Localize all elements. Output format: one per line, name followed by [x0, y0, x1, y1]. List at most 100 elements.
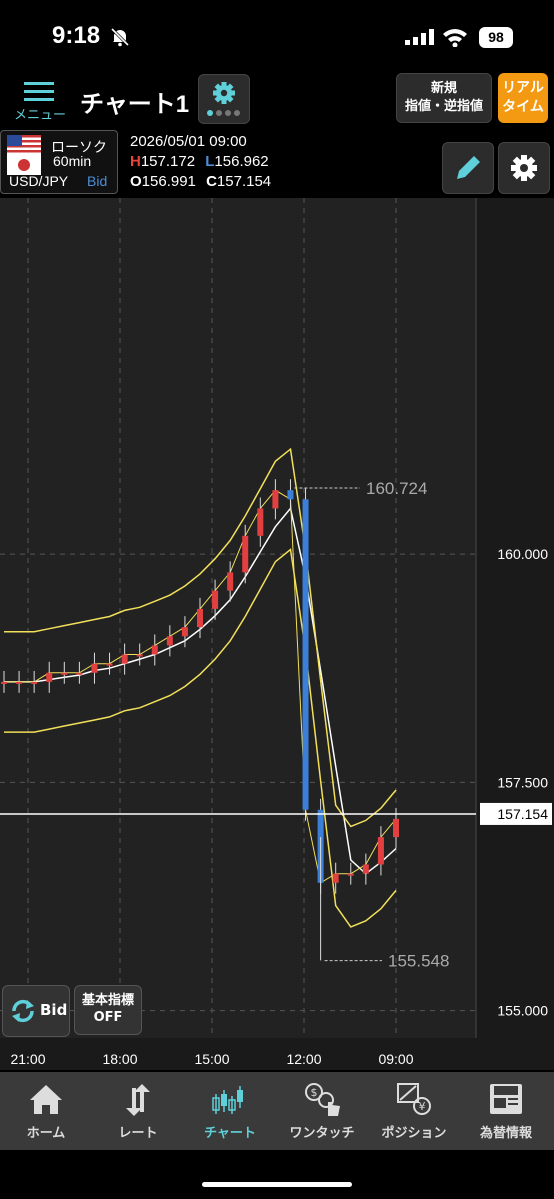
realtime-label-2: タイム — [502, 99, 544, 115]
tab-fx-info[interactable]: 為替情報 — [460, 1072, 552, 1150]
candle-body — [242, 535, 249, 573]
one-touch-icon: $ — [305, 1083, 340, 1116]
candle-body — [16, 681, 23, 684]
candle-body — [362, 864, 369, 874]
tab-chart[interactable]: チャート — [184, 1072, 276, 1150]
us-flag-icon — [7, 135, 41, 155]
hamburger-icon — [24, 82, 54, 101]
tab-one-touch-label: ワンタッチ — [289, 1126, 355, 1141]
close-label: C — [206, 173, 217, 190]
time-tick-label: 18:00 — [102, 1051, 137, 1067]
candle-body — [272, 490, 279, 509]
candle-body — [46, 672, 53, 682]
candle-body — [106, 663, 113, 666]
bid-toggle-label: Bid — [40, 1001, 68, 1019]
price-tick-label: 155.000 — [497, 1003, 548, 1019]
position-icon: ¥ — [397, 1083, 431, 1115]
price-axis-background — [477, 198, 554, 1038]
svg-text:¥: ¥ — [419, 1100, 426, 1113]
side-label: Bid — [87, 173, 108, 189]
gear-icon — [511, 155, 537, 181]
low-value: 156.962 — [214, 153, 269, 170]
candle-body — [287, 490, 294, 500]
candle-body — [393, 818, 399, 838]
chart-background — [0, 198, 554, 1070]
time-tick-label: 21:00 — [10, 1051, 45, 1067]
realtime-button[interactable]: リアル タイム — [498, 73, 548, 123]
candle-body — [121, 654, 128, 664]
high-label: H — [130, 153, 141, 170]
tab-rate-label: レート — [118, 1126, 158, 1141]
high-marker-label: 160.724 — [366, 479, 427, 498]
candle-body — [227, 572, 234, 591]
bottom-tab-bar: ホーム レート チャート $ ワンタッチ ¥ ポジション 為替情報 — [0, 1072, 554, 1150]
realtime-label-1: リアル — [502, 80, 544, 96]
candle-body — [347, 873, 354, 876]
tab-chart-label: チャート — [204, 1126, 256, 1141]
current-price-label: 157.154 — [497, 806, 548, 822]
news-icon — [490, 1084, 522, 1114]
candle-body — [181, 627, 188, 637]
menu-label: メニュー — [13, 108, 66, 123]
status-bar: 9:18 98 — [0, 0, 554, 70]
new-order-button[interactable]: 新規 指値・逆指値 — [396, 73, 492, 123]
candle-body — [151, 645, 158, 655]
new-order-label-1: 新規 — [430, 81, 457, 96]
home-icon — [30, 1085, 62, 1114]
bid-ask-toggle[interactable]: Bid — [2, 985, 70, 1037]
ohlc-readout: 2026/05/01 09:00 H157.172 L156.962 O156.… — [130, 132, 271, 192]
candle-body — [197, 608, 203, 628]
pair-selector[interactable]: ローソク 60min USD/JPY Bid — [0, 130, 118, 194]
pencil-icon — [457, 156, 480, 179]
time-tick-label: 09:00 — [378, 1051, 413, 1067]
candle-body — [166, 636, 173, 646]
draw-tool-button[interactable] — [442, 142, 494, 194]
candle-body — [257, 508, 264, 536]
candle-body — [1, 681, 7, 684]
candle-body — [136, 654, 143, 657]
signal-icon — [405, 29, 434, 45]
home-indicator — [202, 1182, 352, 1187]
price-tick-label: 160.000 — [497, 546, 548, 562]
svg-text:$: $ — [311, 1086, 318, 1099]
candle-body — [61, 672, 68, 675]
battery-indicator: 98 — [479, 27, 513, 48]
candle-body — [377, 837, 384, 865]
basic-indicator-toggle[interactable]: 基本指標 OFF — [74, 985, 142, 1035]
high-value: 157.172 — [140, 153, 196, 170]
tab-position[interactable]: ¥ ポジション — [368, 1072, 460, 1150]
time-axis-background — [0, 1038, 554, 1070]
open-label: O — [130, 173, 142, 190]
page-title[interactable]: チャート1 — [80, 84, 189, 119]
open-value: 156.991 — [141, 173, 196, 190]
tab-home[interactable]: ホーム — [0, 1072, 92, 1150]
low-marker-label: 155.548 — [388, 952, 449, 971]
tab-home-label: ホーム — [26, 1126, 66, 1141]
new-order-label-2: 指値・逆指値 — [404, 99, 483, 114]
rate-icon — [126, 1084, 150, 1116]
tab-rate[interactable]: レート — [92, 1072, 184, 1150]
basic-indicator-label: 基本指標 — [81, 993, 134, 1008]
basic-indicator-state: OFF — [93, 1010, 123, 1025]
candle-body — [76, 672, 83, 675]
price-tick-label: 157.500 — [497, 774, 548, 790]
status-time: 9:18 — [52, 22, 101, 49]
chart-settings-button[interactable] — [498, 142, 550, 194]
bell-muted-icon — [110, 27, 130, 47]
tab-fx-info-label: 為替情報 — [479, 1126, 532, 1141]
time-tick-label: 15:00 — [194, 1051, 229, 1067]
refresh-icon — [12, 999, 34, 1023]
tab-position-label: ポジション — [381, 1126, 447, 1141]
gear-icon — [207, 82, 240, 116]
chart-switch-button[interactable] — [198, 74, 250, 124]
candle-body — [31, 681, 38, 684]
candle-body — [91, 663, 98, 673]
bar-datetime: 2026/05/01 09:00 — [130, 133, 247, 150]
japan-flag-icon — [7, 155, 41, 175]
close-value: 157.154 — [216, 173, 272, 190]
interval-label: 60min — [53, 153, 92, 169]
wifi-icon — [443, 29, 467, 47]
tab-one-touch[interactable]: $ ワンタッチ — [276, 1072, 368, 1150]
chart-icon — [212, 1086, 243, 1114]
price-chart[interactable]: 157.154 160.724 155.548 160.000 157.500 155.… — [0, 198, 554, 1070]
